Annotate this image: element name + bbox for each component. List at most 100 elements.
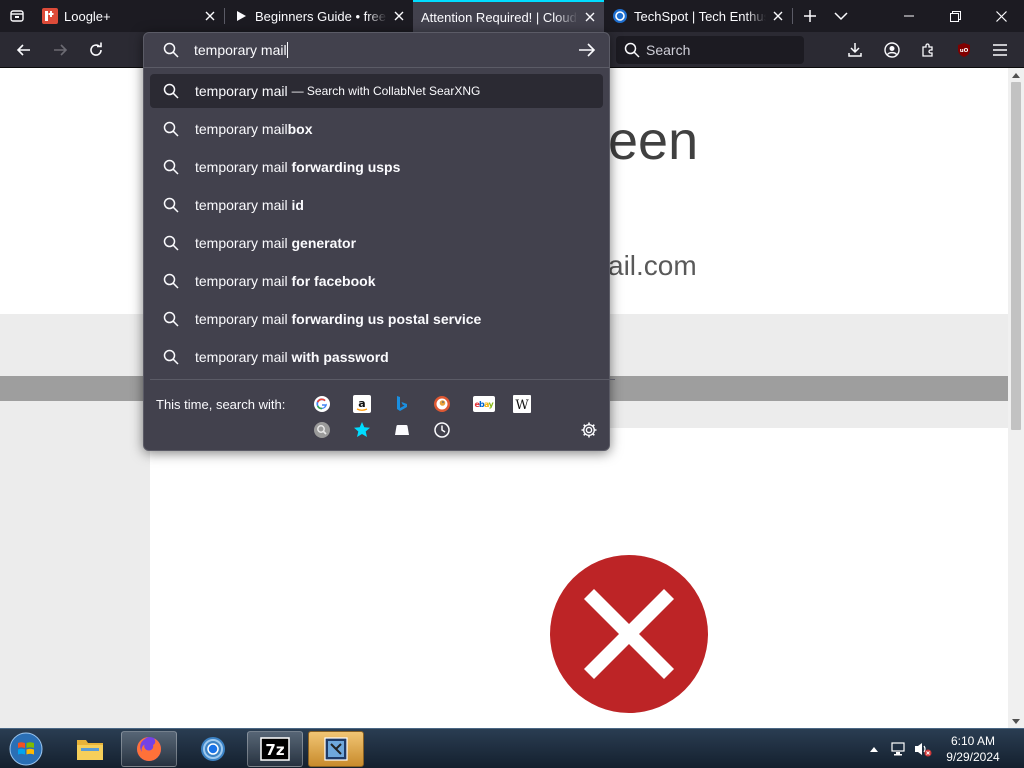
start-button[interactable] (6, 731, 46, 767)
downloads-button[interactable] (839, 34, 871, 66)
search-icon (163, 235, 179, 251)
search-icon (624, 42, 640, 58)
taskbar-firefox[interactable] (121, 731, 177, 767)
suggestion-prefix: temporary mail (195, 349, 288, 365)
new-tab-button[interactable] (794, 0, 826, 32)
search-suggestion[interactable]: temporary mail with password (150, 340, 603, 374)
download-icon (848, 43, 862, 57)
window-close-button[interactable] (978, 0, 1024, 32)
suggestion-completion: with password (287, 349, 389, 365)
searxng-icon[interactable] (312, 420, 332, 440)
search-icon (163, 159, 179, 175)
taskbar-chrome[interactable] (185, 731, 241, 767)
restore-button[interactable] (932, 0, 978, 32)
search-suggestion[interactable]: temporary mail generator (150, 226, 603, 260)
suggestion-completion: box (287, 121, 313, 137)
7zip-icon: 7z (260, 737, 290, 761)
svg-text:7z: 7z (265, 741, 284, 759)
minimize-button[interactable] (886, 0, 932, 32)
ublock-origin-icon: uO (958, 43, 970, 57)
scroll-up-arrow[interactable] (1008, 68, 1024, 82)
taskbar-clock[interactable]: 6:10 AM 9/29/2024 (935, 733, 1011, 765)
tab-beginners-guide[interactable]: Beginners Guide • freeme (225, 0, 413, 32)
extensions-button[interactable] (912, 34, 944, 66)
search-icon (163, 349, 179, 365)
taskbar-file-explorer[interactable] (62, 731, 118, 767)
firefox-view-button[interactable] (0, 0, 34, 32)
search-icon (163, 311, 179, 327)
svg-text:y: y (489, 400, 495, 409)
bing-icon[interactable] (392, 394, 412, 414)
account-button[interactable] (876, 34, 908, 66)
search-icon (163, 83, 179, 99)
svg-text:uO: uO (960, 48, 969, 54)
clock-time: 6:10 AM (950, 734, 996, 748)
amazon-icon[interactable]: a (352, 394, 372, 414)
tab-title: Attention Required! | Cloudfla (421, 9, 578, 25)
tab-separator (792, 8, 793, 24)
folder-icon (77, 740, 103, 760)
back-button[interactable] (8, 34, 40, 66)
text-caret (286, 42, 288, 58)
close-icon (995, 10, 1007, 22)
reload-button[interactable] (80, 34, 112, 66)
suggestion-prefix: temporary mail (195, 273, 288, 289)
google-icon[interactable] (312, 394, 332, 414)
url-input[interactable]: temporary mail (194, 42, 288, 58)
search-icon (163, 42, 179, 58)
search-settings-button[interactable] (579, 420, 599, 440)
tab-loogle[interactable]: Loogle+ (34, 0, 224, 32)
url-bar[interactable]: temporary mail (144, 33, 609, 68)
taskbar-active-app[interactable] (308, 731, 364, 767)
suggestion-prefix: temporary mail (195, 311, 288, 327)
chrome-icon (201, 737, 225, 761)
suggestion-prefix: temporary mail (195, 197, 288, 213)
chevron-down-icon (834, 12, 848, 21)
ebay-icon[interactable]: ebay (472, 394, 496, 414)
show-hidden-icons-button[interactable] (866, 729, 882, 768)
go-arrow-icon[interactable] (578, 42, 596, 58)
search-suggestion[interactable]: temporary mail forwarding us postal serv… (150, 302, 603, 336)
duckduckgo-icon[interactable] (432, 394, 452, 414)
wikipedia-icon[interactable]: W (512, 394, 532, 414)
search-suggestion[interactable]: temporary mail forwarding usps (150, 150, 603, 184)
network-tray-icon[interactable] (889, 729, 909, 768)
tab-title: Loogle+ (64, 8, 111, 24)
search-suggestion[interactable]: temporary mail id (150, 188, 603, 222)
forward-button[interactable] (44, 34, 76, 66)
close-icon[interactable] (578, 5, 602, 29)
close-icon[interactable] (198, 4, 222, 28)
app-menu-button[interactable] (984, 34, 1016, 66)
page-domain-text: ail.com (608, 250, 697, 281)
tab-techspot[interactable]: TechSpot | Tech Enthusias (604, 0, 792, 32)
search-bar[interactable]: Search (616, 36, 804, 64)
volume-tray-icon[interactable] (912, 729, 934, 768)
ublock-origin-button[interactable]: uO (948, 34, 980, 66)
close-icon[interactable] (766, 4, 790, 28)
search-suggestion[interactable]: temporary mail — Search with CollabNet Se… (150, 74, 603, 108)
hamburger-menu-icon (993, 44, 1007, 56)
tab-title: TechSpot | Tech Enthusias (634, 8, 766, 24)
suggestion-prefix: temporary mail (195, 235, 288, 251)
network-icon (891, 742, 905, 756)
history-clock-icon[interactable] (432, 420, 452, 440)
back-arrow-icon (16, 44, 30, 56)
suggestion-action: — Search with CollabNet SearXNG (291, 84, 481, 98)
search-icon (163, 197, 179, 213)
svg-text:a: a (358, 397, 365, 410)
url-input-value: temporary mail (194, 42, 287, 58)
page-scrollbar[interactable] (1008, 68, 1024, 728)
close-icon[interactable] (387, 4, 411, 28)
play-icon (233, 8, 249, 24)
search-bar-placeholder: Search (646, 42, 691, 58)
tab-attention-required[interactable]: Attention Required! | Cloudfla (413, 0, 604, 32)
scroll-down-arrow[interactable] (1008, 714, 1024, 728)
list-all-tabs-button[interactable] (825, 0, 857, 32)
search-suggestion[interactable]: temporary mail box (150, 112, 603, 146)
search-suggestion[interactable]: temporary mail for facebook (150, 264, 603, 298)
tabs-icon[interactable] (392, 420, 412, 440)
taskbar-7zip[interactable]: 7z (247, 731, 303, 767)
suggestion-completion: id (287, 197, 304, 213)
scrollbar-thumb[interactable] (1011, 82, 1021, 430)
bookmarks-star-icon[interactable] (352, 420, 372, 440)
